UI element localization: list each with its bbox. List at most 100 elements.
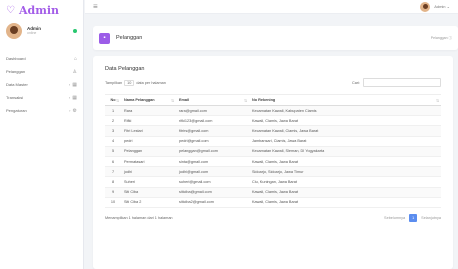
chevron-right-icon: › [69, 107, 71, 113]
customer-table: No ⇅ Nama Pelanggan ⇅ Email ⇅ No Rekening ⇅ … [105, 94, 441, 208]
cart-icon: ▦ [72, 94, 77, 101]
table-row: 6 Permatasari sinta@gmail.com Kawali, Ci… [105, 156, 441, 168]
cell-email: siticiba2@gmail.com [176, 197, 249, 208]
sidebar: ♡ Admin Admin online Dashboard ⌂ Pelangg… [0, 0, 84, 269]
online-status-dot [73, 29, 77, 33]
sidebar-item-pengaturan[interactable]: Pengaturan › ⚙ [0, 104, 83, 117]
cell-name: Fitri Lestari [121, 125, 176, 137]
sidebar-item-label: Pengaturan [6, 108, 27, 113]
brand-text: Admin [18, 3, 60, 17]
cell-email: suheri@gmail.com [176, 176, 249, 188]
table-row: 4 pedri pedri@gmail.com Jambansari, Ciam… [105, 136, 441, 147]
cell-name: pedri [121, 136, 176, 147]
sidebar-menu: Dashboard ⌂ Pelanggan ♙ Data Master › ▦ T… [0, 52, 83, 117]
hamburger-menu-icon[interactable]: ≡ [93, 2, 98, 11]
page-header: ▪ Pelanggan Pelanggan ⓘ [93, 26, 458, 50]
sidebar-item-label: Pelanggan [6, 69, 26, 74]
column-header-account[interactable]: No Rekening ⇅ [249, 94, 441, 106]
sidebar-item-label: Transaksi [6, 95, 24, 100]
gear-icon: ⚙ [72, 107, 77, 114]
cell-name: Suheri [121, 176, 176, 188]
cell-no: 9 [105, 187, 121, 198]
user-panel[interactable]: Admin online [0, 20, 83, 42]
cell-account: Kawali, Ciamis, Jawa Barat [249, 187, 441, 198]
cell-name: Permatasari [121, 156, 176, 168]
cell-name: Rifki [121, 115, 176, 127]
page-length-select[interactable]: 10 [124, 79, 135, 86]
pagination-info: Menampilkan 1 halaman dari 1 halaman [105, 215, 173, 220]
cell-email: pedri@gmail.com [176, 136, 249, 147]
cell-name: Pelanggan [121, 146, 176, 157]
page-length-prefix: Tampilkan [105, 80, 123, 85]
cell-account: Kawali, Ciamis, Jawa Barat [249, 197, 441, 208]
sidebar-item-pelanggan[interactable]: Pelanggan ♙ [0, 65, 83, 78]
sidebar-item-label: Data Master [6, 82, 28, 87]
cell-email: pelanggan@gmail.com [176, 146, 249, 157]
breadcrumb[interactable]: Pelanggan ⓘ [431, 36, 452, 41]
column-header-name[interactable]: Nama Pelanggan ⇅ [121, 94, 176, 106]
cell-name: Siti Ciba [121, 187, 176, 198]
search-label: Cari: [351, 80, 360, 85]
cell-email: sinta@gmail.com [176, 156, 249, 168]
pagination: Sebelumnya 1 Selanjutnya [384, 213, 441, 222]
cell-account: Jambansari, Ciamis, Jawa Barat [249, 136, 441, 147]
sort-icon: ⇅ [243, 99, 247, 103]
search-input[interactable] [363, 78, 441, 87]
cell-email: rifki123@gmail.com [176, 115, 249, 127]
cell-no: 8 [105, 176, 121, 188]
column-header-email[interactable]: Email ⇅ [176, 94, 249, 106]
cell-no: 6 [105, 156, 121, 168]
customer-data-card: Data Pelanggan Tampilkan 10 data per hal… [93, 56, 453, 269]
chevron-right-icon: › [68, 94, 71, 100]
table-row: 9 Siti Ciba siticiba@gmail.com Kawali, C… [105, 187, 441, 198]
page-title: Pelanggan [116, 35, 143, 41]
next-page-button[interactable]: Selanjutnya [421, 216, 441, 220]
page-1-button[interactable]: 1 [409, 213, 418, 222]
cell-name: jodhi [121, 166, 176, 178]
table-controls: Tampilkan 10 data per halaman Cari: [105, 78, 441, 87]
top-navbar: ≡ Admin ⌄ [85, 0, 458, 14]
sidebar-item-data-master[interactable]: Data Master › ▦ [0, 78, 83, 91]
cell-account: Kecamatan Kawali, Sleman, DI Yogyakarta [249, 146, 441, 157]
cell-no: 3 [105, 125, 121, 137]
chevron-right-icon: › [68, 81, 71, 87]
table-row: 2 Rifki rifki123@gmail.com Kawali, Ciami… [105, 115, 441, 127]
sort-icon: ⇅ [435, 99, 439, 103]
column-header-no[interactable]: No ⇅ [105, 94, 121, 106]
cell-email: fitrirs@gmail.com [176, 125, 249, 137]
sidebar-item-label: Dashboard [6, 56, 26, 61]
user-status: online [27, 31, 37, 35]
home-icon: ⌂ [73, 55, 77, 62]
heart-icon: ♡ [6, 4, 15, 16]
cell-no: 5 [105, 146, 121, 157]
cell-account: Kawali, Ciamis, Jawa Barat [249, 156, 441, 168]
table-row: 7 jodhi jodhi@gmail.com Sidoarjo, Sidoar… [105, 166, 441, 178]
previous-page-button[interactable]: Sebelumnya [384, 216, 405, 220]
navbar-avatar[interactable] [420, 1, 431, 12]
navbar-user-dropdown[interactable]: Admin ⌄ [434, 4, 450, 9]
cell-account: Kawali, Ciamis, Jawa Barat [249, 115, 441, 127]
table-row: 3 Fitri Lestari fitrirs@gmail.com Kecama… [105, 125, 441, 137]
cell-email: siticiba@gmail.com [176, 187, 249, 198]
cell-account: Kecamatan Kawali, Kabupaten Ciamis [249, 105, 441, 117]
cell-account: Ciu, Kuningan, Jawa Barat [249, 176, 441, 188]
cell-account: Sidoarjo, Sidoarjo, Jawa Timur [249, 166, 441, 178]
cell-no: 1 [105, 105, 121, 117]
table-row: 8 Suheri suheri@gmail.com Ciu, Kuningan,… [105, 176, 441, 188]
table-footer: Menampilkan 1 halaman dari 1 halaman Seb… [105, 213, 441, 222]
cell-no: 4 [105, 136, 121, 147]
sidebar-item-dashboard[interactable]: Dashboard ⌂ [0, 52, 83, 65]
cell-no: 2 [105, 115, 121, 127]
avatar [6, 23, 22, 39]
sort-icon: ⇅ [170, 99, 174, 103]
users-icon: ♙ [72, 68, 77, 75]
cell-email: rara@gmail.com [176, 105, 249, 117]
sort-icon: ⇅ [115, 99, 119, 103]
sidebar-item-transaksi[interactable]: Transaksi › ▦ [0, 91, 83, 104]
users-icon: ▪ [99, 32, 110, 44]
grid-icon: ▦ [72, 81, 77, 88]
brand[interactable]: ♡ Admin [0, 0, 83, 20]
cell-no: 7 [105, 166, 121, 178]
cell-no: 10 [105, 197, 121, 208]
table-row: 5 Pelanggan pelanggan@gmail.com Kecamata… [105, 146, 441, 157]
